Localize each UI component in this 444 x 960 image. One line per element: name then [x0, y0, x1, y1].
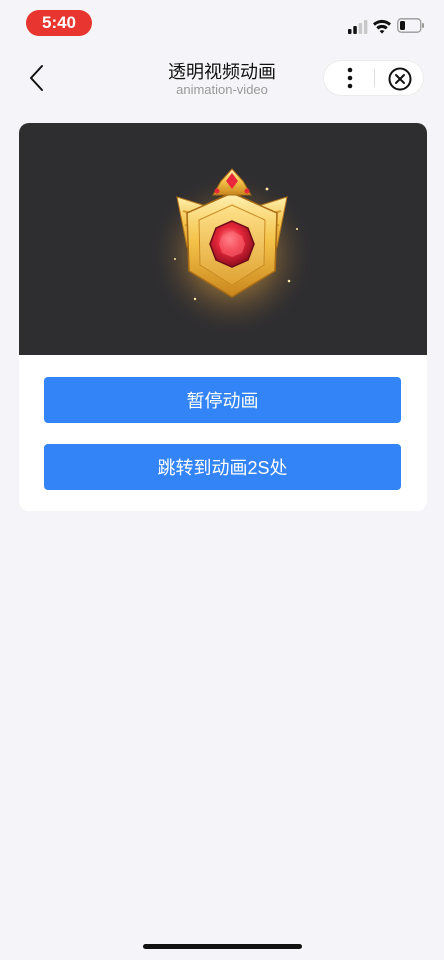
seek-2s-button[interactable]: 跳转到动画2S处 — [44, 444, 401, 490]
animation-video-player[interactable] — [19, 123, 427, 355]
signal-icon — [348, 20, 368, 34]
animation-card: 暂停动画 跳转到动画2S处 — [19, 123, 427, 511]
home-indicator — [143, 944, 302, 949]
status-time: 5:40 — [26, 10, 92, 36]
wifi-icon — [373, 19, 391, 34]
close-icon[interactable] — [386, 65, 414, 93]
battery-icon — [397, 18, 424, 33]
pause-animation-button[interactable]: 暂停动画 — [44, 377, 401, 423]
nav-bar: 透明视频动画 animation-video — [0, 48, 444, 110]
mini-program-capsule — [323, 60, 424, 96]
gem-badge-icon — [148, 167, 316, 335]
more-icon[interactable] — [336, 65, 364, 91]
status-bar: 5:40 — [0, 0, 444, 48]
capsule-divider — [374, 69, 375, 87]
